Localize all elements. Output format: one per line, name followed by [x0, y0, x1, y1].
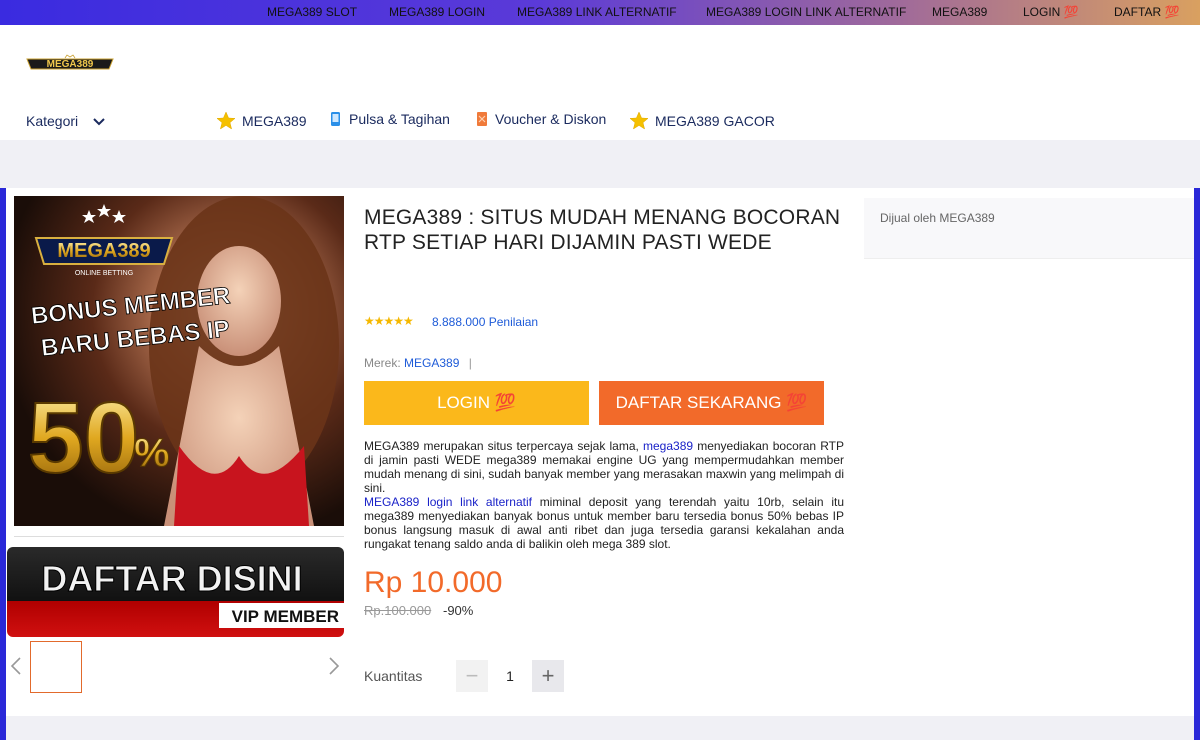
desc-paragraph-2: MEGA389 login link alternatif miminal de… [364, 495, 844, 551]
desc-paragraph-1: MEGA389 merupakan situs terpercaya sejak… [364, 439, 844, 495]
daftar-banner[interactable]: DAFTAR DISINI VIP MEMBER [7, 547, 344, 637]
brand-separator: | [468, 356, 472, 370]
site-header: MEGA389 Kategori MEGA389 Pulsa & Tagihan… [0, 25, 1200, 140]
topnav-link-login-alternatif[interactable]: MEGA389 LOGIN LINK ALTERNATIF [706, 5, 906, 19]
nav-label: MEGA389 GACOR [655, 113, 775, 129]
nav-item-voucher[interactable]: Voucher & Diskon [475, 111, 606, 127]
nav-item-gacor[interactable]: MEGA389 GACOR [629, 111, 775, 131]
discount-badge: -90% [443, 603, 474, 618]
nav-item-mega389[interactable]: MEGA389 [216, 111, 307, 131]
seller-label: Dijual oleh MEGA389 [880, 211, 995, 225]
frame-right-border [1194, 188, 1200, 740]
site-logo[interactable]: MEGA389 [25, 53, 115, 73]
topnav-link-daftar[interactable]: DAFTAR 💯 [1114, 5, 1179, 19]
rating-count[interactable]: 8.888.000 Penilaian [432, 315, 538, 329]
header-spacer [0, 140, 1200, 188]
gallery-divider [14, 536, 344, 537]
desc-link-alternatif[interactable]: MEGA389 login link alternatif [364, 495, 532, 509]
logo-text: MEGA389 [47, 59, 94, 70]
topnav-link-login[interactable]: MEGA389 LOGIN [389, 5, 485, 19]
chevron-right-icon[interactable] [327, 656, 341, 676]
current-price: Rp 10.000 [364, 566, 503, 599]
top-nav-bar: MEGA389 SLOT MEGA389 LOGIN MEGA389 LINK … [0, 0, 1200, 25]
topnav-link-slot[interactable]: MEGA389 SLOT [267, 5, 357, 19]
topnav-link-alternatif[interactable]: MEGA389 LINK ALTERNATIF [517, 5, 677, 19]
footer-spacer [6, 716, 1194, 740]
voucher-icon [477, 112, 487, 126]
nav-label: MEGA389 [242, 113, 307, 129]
nav-label: Voucher & Diskon [495, 111, 607, 127]
product-description: MEGA389 merupakan situs terpercaya sejak… [364, 439, 844, 551]
phone-icon [331, 112, 340, 126]
product-main-image[interactable]: MEGA389 ONLINE BETTING BONUS MEMBER BARU… [14, 196, 344, 526]
product-title: MEGA389 : SITUS MUDAH MENANG BOCORAN RTP… [364, 206, 841, 254]
star-icon [216, 111, 236, 130]
hero-percent-sign: % [134, 431, 170, 475]
brand-link[interactable]: MEGA389 [404, 356, 459, 370]
brand-row: Merek: MEGA389 | [364, 356, 472, 370]
star-icon [629, 111, 649, 130]
desc-text: MEGA389 merupakan situs terpercaya sejak… [364, 439, 643, 453]
seller-box [864, 198, 1194, 259]
brand-label: Merek: [364, 356, 401, 370]
quantity-label: Kuantitas [364, 668, 423, 684]
quantity-increment-button[interactable]: + [532, 660, 564, 692]
original-price: Rp.100.000 [364, 603, 432, 618]
thumbnail[interactable] [30, 641, 82, 693]
rating-stars-icon: ★★★★★ [364, 314, 414, 328]
banner-sub-text: VIP MEMBER [232, 607, 339, 626]
quantity-decrement-button[interactable]: − [456, 660, 488, 692]
hero-percent: 50 [28, 382, 139, 494]
nav-item-pulsa[interactable]: Pulsa & Tagihan [329, 111, 450, 127]
topnav-link-mega389[interactable]: MEGA389 [932, 5, 987, 19]
kategori-label[interactable]: Kategori [26, 113, 78, 129]
hero-logo-text: MEGA389 [57, 240, 150, 262]
chevron-down-icon[interactable] [92, 115, 106, 129]
hero-logo-sub: ONLINE BETTING [75, 270, 133, 277]
quantity-input[interactable]: 1 [488, 660, 532, 692]
login-button[interactable]: LOGIN 💯 [364, 381, 589, 425]
nav-label: Pulsa & Tagihan [349, 111, 450, 127]
daftar-sekarang-button[interactable]: DAFTAR SEKARANG 💯 [599, 381, 824, 425]
banner-main-text: DAFTAR DISINI [41, 558, 302, 599]
desc-link-mega389[interactable]: mega389 [643, 439, 693, 453]
topnav-link-login-100[interactable]: LOGIN 💯 [1023, 5, 1079, 19]
chevron-left-icon[interactable] [9, 656, 23, 676]
